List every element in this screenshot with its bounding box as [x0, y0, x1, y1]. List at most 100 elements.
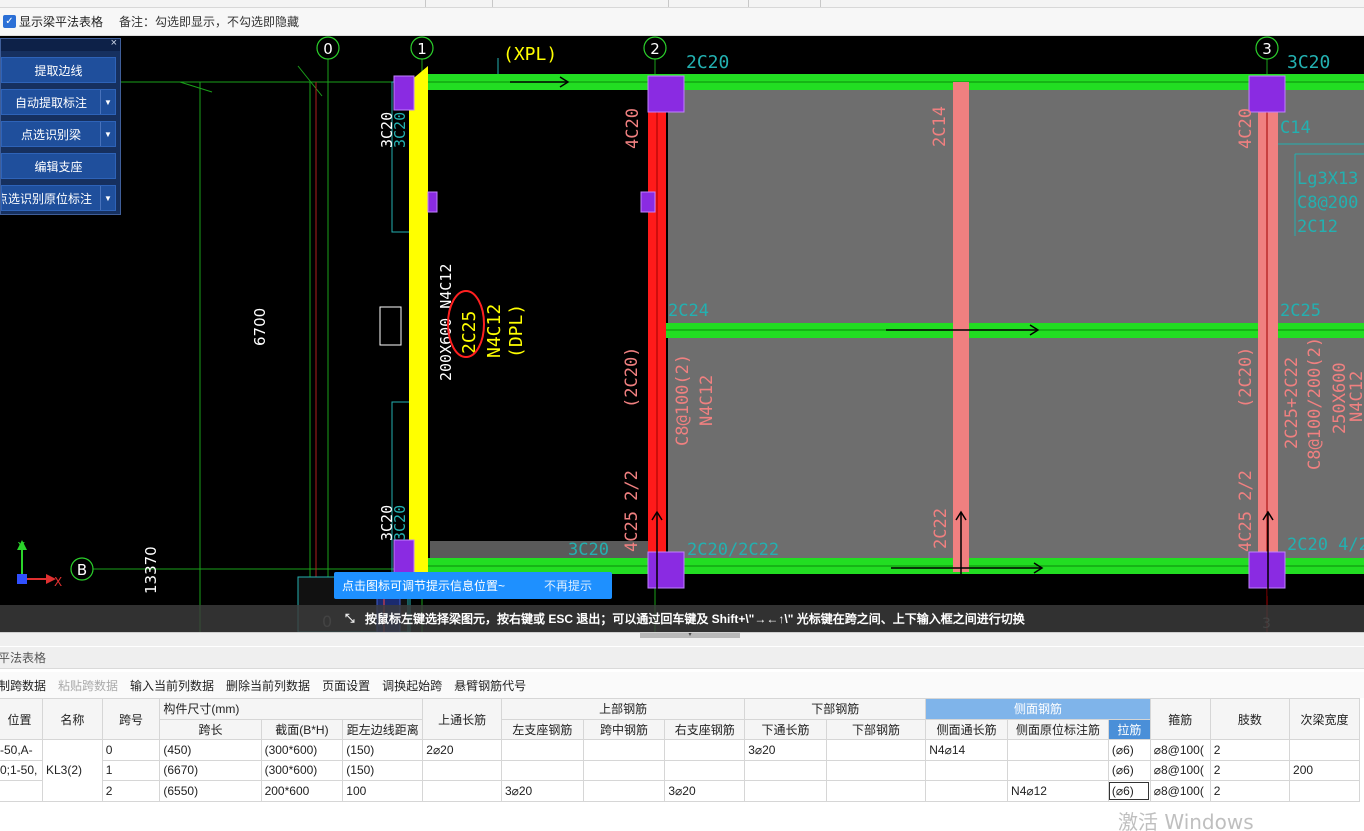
column-small[interactable]	[640, 191, 656, 213]
splitter-grip-icon[interactable]: ▾	[640, 632, 740, 638]
column[interactable]	[1248, 75, 1286, 113]
cell-left-support[interactable]: 3⌀20	[500, 780, 584, 802]
cell-span-length[interactable]: (6670)	[159, 759, 262, 781]
cantilever-code-button[interactable]: 悬臂钢筋代号	[454, 677, 526, 694]
cell-span-length[interactable]: (6550)	[159, 780, 262, 802]
cell-span[interactable]: 1	[101, 759, 161, 781]
cell-tie[interactable]: (⌀6)	[1107, 739, 1151, 761]
cell-side-through[interactable]	[925, 780, 1009, 802]
delete-column-data-button[interactable]: 删除当前列数据	[226, 677, 310, 694]
cell-sec-width[interactable]: 200	[1289, 759, 1360, 781]
cell-top-through[interactable]	[422, 780, 502, 802]
cell-bottom-through[interactable]	[744, 780, 827, 802]
pick-identify-original-label-button[interactable]: 点选识别原位标注 ▼	[1, 185, 116, 211]
drawing[interactable]: 0 1 2 3 B 6700 13370 Y X (XPL) 2C20 3C20…	[0, 36, 1364, 632]
swap-start-span-button[interactable]: 调换起始跨	[382, 677, 442, 694]
cell-legs[interactable]: 2	[1209, 759, 1291, 781]
dim-tick	[179, 81, 213, 93]
cell-edge-distance[interactable]: (150)	[342, 759, 424, 781]
beam-pink[interactable]	[953, 82, 969, 572]
cell-section[interactable]: (300*600)	[260, 739, 344, 761]
cell-right-support[interactable]: 3⌀20	[664, 780, 746, 802]
cell-top-through[interactable]	[422, 759, 502, 781]
cell-left-support[interactable]	[500, 759, 584, 781]
cell-bottom-bars[interactable]	[825, 780, 927, 802]
dropdown-arrow-icon[interactable]: ▼	[100, 122, 115, 146]
cell-right-support[interactable]	[664, 759, 746, 781]
cell-mid-span[interactable]	[582, 739, 666, 761]
cell-legs[interactable]: 2	[1209, 739, 1291, 761]
table-row[interactable]: -50,A- KL3(2) 0 (450) (300*600) (150) 2⌀…	[0, 739, 1360, 802]
cell-section[interactable]: 200*600	[260, 780, 344, 802]
annot-2c22: 2C22	[931, 508, 951, 549]
cell-position[interactable]: 0;1-50,	[0, 759, 43, 781]
cell-bottom-through[interactable]	[744, 759, 827, 781]
cell-span-length[interactable]: (450)	[159, 739, 262, 761]
resize-icon[interactable]: ⤡	[345, 611, 363, 626]
annot-2c14: 2C14	[930, 106, 950, 147]
column[interactable]	[1248, 551, 1286, 589]
panel-splitter[interactable]: ▾	[0, 632, 1364, 646]
extract-edge-button[interactable]: 提取边线	[1, 57, 116, 83]
cell-stirrup[interactable]: ⌀8@100(	[1149, 780, 1211, 802]
beam-pink[interactable]	[1258, 82, 1278, 572]
cell-side-through[interactable]: N4⌀14	[925, 739, 1009, 761]
cell-span[interactable]: 0	[101, 739, 161, 761]
input-column-data-button[interactable]: 输入当前列数据	[130, 677, 214, 694]
beam-selected-yellow[interactable]	[409, 82, 428, 572]
column[interactable]	[647, 551, 685, 589]
pick-identify-beam-button[interactable]: 点选识别梁 ▼	[1, 121, 116, 147]
column[interactable]	[393, 75, 415, 111]
cell-left-support[interactable]	[500, 739, 584, 761]
cell-stirrup[interactable]: ⌀8@100(	[1149, 759, 1211, 781]
annot-4c25: 4C25 2/2	[622, 470, 642, 552]
cell-bottom-through[interactable]: 3⌀20	[744, 739, 827, 761]
page-setup-button[interactable]: 页面设置	[322, 677, 370, 694]
cad-canvas[interactable]: 0 1 2 3 B 6700 13370 Y X (XPL) 2C20 3C20…	[0, 36, 1364, 632]
cell-side-original[interactable]	[1007, 739, 1109, 761]
cell-tie-selected[interactable]: (⌀6)	[1107, 780, 1151, 802]
cell-section[interactable]: (300*600)	[260, 759, 344, 781]
cell-bottom-bars[interactable]	[825, 739, 927, 761]
cell-edge-distance[interactable]: 100	[342, 780, 424, 802]
tip-dismiss-link[interactable]: 不再提示	[544, 577, 592, 594]
cell-position[interactable]: -50,A-	[0, 739, 43, 761]
edit-support-button[interactable]: 编辑支座	[1, 153, 116, 179]
tip-bubble[interactable]: 点击图标可调节提示信息位置~ 不再提示	[334, 572, 612, 599]
col-span-length: 跨长	[159, 718, 262, 740]
col-side-through: 侧面通长筋	[925, 718, 1009, 740]
show-table-label[interactable]: 显示梁平法表格	[19, 13, 103, 30]
cell-top-through[interactable]: 2⌀20	[422, 739, 502, 761]
dropdown-arrow-icon[interactable]: ▼	[100, 186, 115, 210]
cell-stirrup[interactable]: ⌀8@100(	[1149, 739, 1211, 761]
cell-name[interactable]: KL3(2)	[41, 739, 103, 802]
cell-sec-width[interactable]	[1289, 780, 1360, 802]
cell-span[interactable]: 2	[101, 780, 161, 802]
col-size-group: 构件尺寸(mm)	[159, 698, 424, 720]
cell-side-through[interactable]	[925, 759, 1009, 781]
dropdown-arrow-icon[interactable]: ▼	[100, 90, 115, 114]
cell-mid-span[interactable]	[582, 780, 666, 802]
show-table-checkbox[interactable]: ✓	[3, 15, 16, 28]
paste-span-data-button[interactable]: 粘贴跨数据	[58, 677, 118, 694]
cell-bottom-bars[interactable]	[825, 759, 927, 781]
cell-sec-width[interactable]	[1289, 739, 1360, 761]
cell-legs[interactable]: 2	[1209, 780, 1291, 802]
table-row[interactable]: 2 (6550) 200*600 100 3⌀20 3⌀20 N4⌀12 (⌀6…	[0, 780, 1360, 802]
cell-mid-span[interactable]	[582, 759, 666, 781]
cell-position[interactable]	[0, 780, 43, 802]
cell-side-original[interactable]	[1007, 759, 1109, 781]
panel-close-icon[interactable]: ×	[111, 37, 117, 49]
cell-side-original[interactable]: N4⌀12	[1007, 780, 1109, 802]
column[interactable]	[647, 75, 685, 113]
copy-span-data-button[interactable]: 复制跨数据	[0, 677, 46, 694]
column-small[interactable]	[427, 191, 438, 213]
auto-extract-label-button[interactable]: 自动提取标注 ▼	[1, 89, 116, 115]
cell-right-support[interactable]	[664, 739, 746, 761]
table-row[interactable]: 0;1-50, 1 (6670) (300*600) (150) (⌀6) ⌀8…	[0, 759, 1360, 781]
col-top-through: 上通长筋	[422, 698, 502, 740]
column[interactable]	[393, 539, 415, 575]
cell-tie[interactable]: (⌀6)	[1107, 759, 1151, 781]
cell-edge-distance[interactable]: (150)	[342, 739, 424, 761]
panel-titlebar[interactable]: ×	[1, 37, 120, 51]
